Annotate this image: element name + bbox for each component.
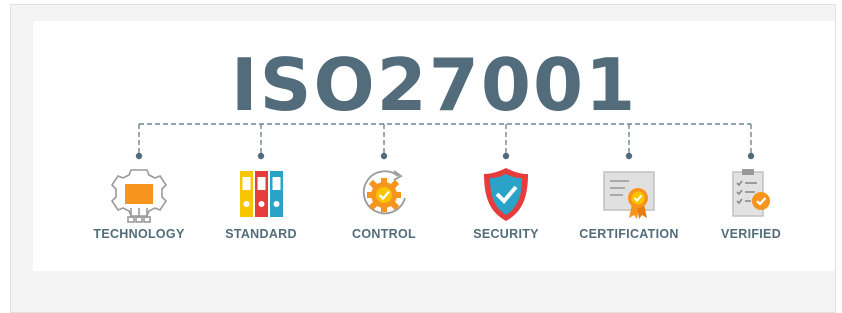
- item-certification: CERTIFICATION: [567, 164, 691, 241]
- binders-icon: [240, 171, 283, 217]
- page-title: ISO27001: [230, 43, 638, 127]
- checklist-icon: [732, 169, 770, 217]
- item-label-technology: TECHNOLOGY: [93, 227, 185, 241]
- item-control: CONTROL: [322, 164, 446, 241]
- shield-check-icon: [484, 168, 528, 221]
- gear-check-icon: [362, 170, 406, 215]
- item-verified: VERIFIED: [689, 164, 813, 241]
- page-frame: ISO27001 TECHNOLOGY STANDARD CONTROL SEC…: [10, 4, 836, 313]
- chip-gear-icon: [110, 169, 168, 223]
- banner-card: ISO27001 TECHNOLOGY STANDARD CONTROL SEC…: [33, 21, 835, 271]
- item-label-verified: VERIFIED: [720, 227, 782, 241]
- item-label-standard: STANDARD: [225, 227, 297, 241]
- item-technology: TECHNOLOGY: [77, 164, 201, 241]
- item-standard: STANDARD: [199, 164, 323, 241]
- item-label-security: SECURITY: [473, 227, 539, 241]
- certificate-icon: [603, 171, 655, 219]
- item-security: SECURITY: [444, 164, 568, 241]
- item-label-certification: CERTIFICATION: [579, 227, 679, 241]
- item-label-control: CONTROL: [352, 227, 416, 241]
